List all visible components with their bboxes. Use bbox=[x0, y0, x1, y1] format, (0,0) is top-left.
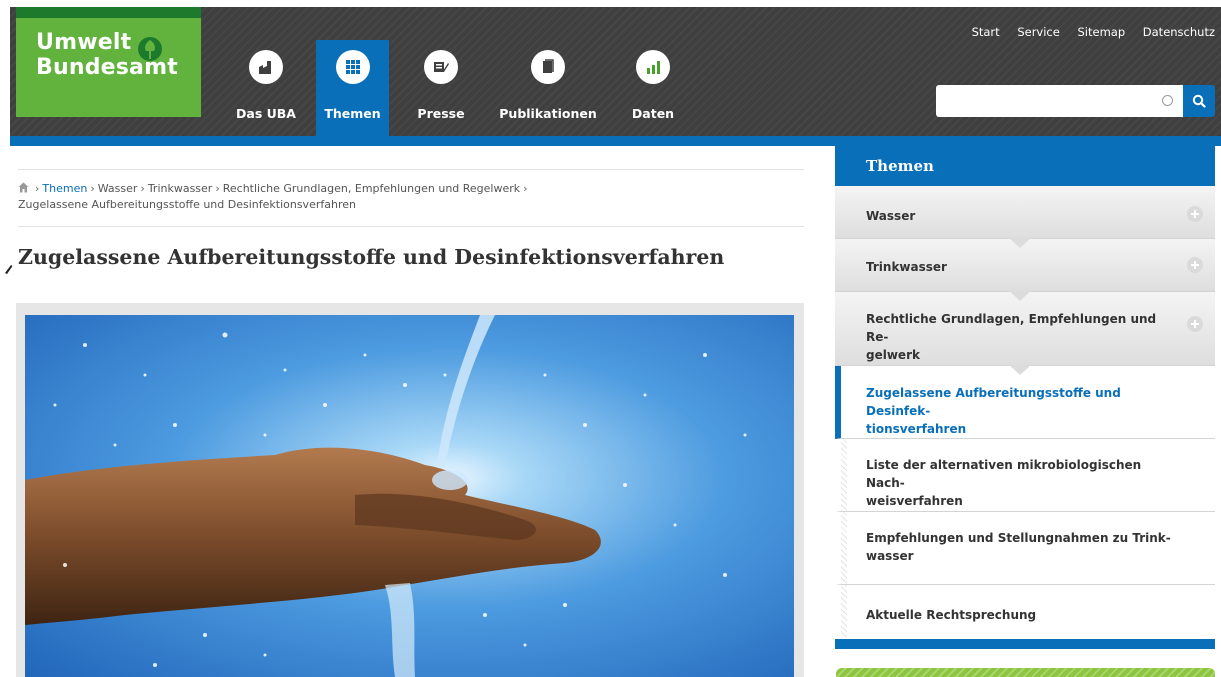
sidebar-item-label-line: Rechtliche Grundlagen, Empfehlungen und … bbox=[866, 312, 1157, 344]
sidebar-item-label-line: weisverfahren bbox=[866, 494, 963, 508]
sidebar-item-label-line: tionsverfahren bbox=[866, 422, 967, 436]
sidebar-item-aktuelle-rechtsprechung[interactable]: Aktuelle Rechtsprechung bbox=[835, 585, 1215, 638]
nav-item-das-uba[interactable]: Das UBA bbox=[224, 40, 308, 136]
tree-logo-icon bbox=[138, 37, 162, 61]
breadcrumb-link-wasser[interactable]: Wasser bbox=[98, 182, 138, 195]
grid-icon bbox=[335, 50, 370, 84]
breadcrumb-separator: › bbox=[35, 182, 40, 195]
nav-item-themen[interactable]: Themen bbox=[316, 40, 389, 136]
sidebar-item-label: Wasser bbox=[866, 209, 916, 223]
breadcrumb-separator: › bbox=[215, 182, 220, 195]
sidebar-nav: Themen Wasser Trinkwasser Rechtliche Gru… bbox=[835, 146, 1215, 638]
green-teaser-box bbox=[836, 668, 1215, 677]
expand-plus-icon[interactable] bbox=[1187, 206, 1203, 222]
home-icon[interactable] bbox=[18, 182, 29, 193]
breadcrumb-link-trinkwasser[interactable]: Trinkwasser bbox=[148, 182, 213, 195]
sidebar-notch bbox=[1009, 291, 1031, 301]
breadcrumb: › Themen › Wasser › Trinkwasser › Rechtliche Gr… bbox=[18, 181, 808, 213]
search-icon bbox=[1192, 94, 1206, 108]
sidebar-notch bbox=[1009, 238, 1031, 248]
sidebar-item-label-line: Zugelassene Aufbereitungsstoffe und Desi… bbox=[866, 386, 1121, 418]
logo-line-1: Umwelt bbox=[36, 30, 132, 55]
newspaper-pen-icon bbox=[424, 50, 458, 84]
search-input[interactable] bbox=[936, 85, 1183, 117]
search-clear-icon[interactable] bbox=[1162, 95, 1173, 106]
sidebar-title-text: Themen bbox=[866, 157, 934, 175]
top-link-service[interactable]: Service bbox=[1017, 25, 1060, 39]
header-accent-bar bbox=[10, 136, 1221, 146]
nav-label: Presse bbox=[417, 106, 465, 121]
breadcrumb-divider bbox=[18, 226, 804, 227]
search-button[interactable] bbox=[1183, 85, 1215, 117]
sidebar-item-liste-alternativer-nachweisverfahren[interactable]: Liste der alternativen mikrobiologischen… bbox=[835, 439, 1215, 512]
top-link-sitemap[interactable]: Sitemap bbox=[1077, 25, 1125, 39]
breadcrumb-divider bbox=[18, 169, 804, 170]
nav-label: Themen bbox=[324, 106, 381, 121]
nav-label: Daten bbox=[631, 106, 675, 121]
breadcrumb-current: Zugelassene Aufbereitungsstoffe und Desi… bbox=[18, 198, 356, 211]
sidebar-item-label-line: wasser bbox=[866, 549, 914, 563]
sidebar-item-label: Empfehlungen und Stellungnahmen zu Trink… bbox=[866, 529, 1175, 565]
sidebar-notch bbox=[1009, 365, 1031, 375]
nav-item-daten[interactable]: Daten bbox=[620, 40, 686, 136]
cursor-mark bbox=[5, 265, 13, 274]
site-logo[interactable]: Umwelt Bundesamt bbox=[16, 7, 201, 117]
sidebar-item-zugelassene-aufbereitungsstoffe[interactable]: Zugelassene Aufbereitungsstoffe und Desi… bbox=[835, 366, 1215, 439]
sidebar-item-label-line: gelwerk bbox=[866, 348, 920, 362]
book-icon bbox=[531, 50, 565, 84]
expand-plus-icon[interactable] bbox=[1187, 316, 1203, 332]
sidebar-item-rechtliche-grundlagen[interactable]: Rechtliche Grundlagen, Empfehlungen und … bbox=[835, 292, 1215, 375]
sidebar-item-wasser[interactable]: Wasser bbox=[835, 186, 1215, 248]
sidebar-item-label: Liste der alternativen mikrobiologischen… bbox=[866, 456, 1175, 510]
breadcrumb-link-rechtliche-grundlagen[interactable]: Rechtliche Grundlagen, Empfehlungen und … bbox=[223, 182, 520, 195]
nav-item-publikationen[interactable]: Publikationen bbox=[493, 40, 603, 136]
sidebar-item-empfehlungen-trinkwasser[interactable]: Empfehlungen und Stellungnahmen zu Trink… bbox=[835, 512, 1215, 585]
hero-image-water-hand bbox=[25, 315, 794, 677]
sidebar-item-label: Aktuelle Rechtsprechung bbox=[866, 608, 1037, 622]
bar-chart-icon bbox=[636, 50, 670, 84]
page-title: Zugelassene Aufbereitungsstoffe und Desi… bbox=[18, 245, 725, 269]
expand-plus-icon[interactable] bbox=[1187, 257, 1203, 273]
nav-label: Das UBA bbox=[236, 106, 296, 121]
sidebar-item-label-line: Liste der alternativen mikrobiologischen… bbox=[866, 458, 1142, 490]
sidebar-title: Themen bbox=[835, 146, 1215, 196]
breadcrumb-separator: › bbox=[523, 182, 528, 195]
breadcrumb-separator: › bbox=[140, 182, 145, 195]
sidebar-item-label-line: Empfehlungen und Stellungnahmen zu Trink… bbox=[866, 531, 1171, 545]
factory-icon bbox=[249, 50, 283, 84]
sidebar-item-label: Zugelassene Aufbereitungsstoffe und Desi… bbox=[866, 384, 1175, 438]
top-links: Start Service Sitemap Datenschutz bbox=[958, 25, 1215, 39]
nav-item-presse[interactable]: Presse bbox=[405, 40, 477, 136]
breadcrumb-link-themen[interactable]: Themen bbox=[42, 182, 87, 195]
top-link-datenschutz[interactable]: Datenschutz bbox=[1143, 25, 1215, 39]
sidebar-item-label: Trinkwasser bbox=[866, 260, 947, 274]
top-link-start[interactable]: Start bbox=[972, 25, 1000, 39]
breadcrumb-separator: › bbox=[90, 182, 95, 195]
sidebar-bottom-bar bbox=[835, 639, 1215, 649]
nav-label: Publikationen bbox=[499, 106, 597, 121]
sidebar-item-label: Rechtliche Grundlagen, Empfehlungen und … bbox=[866, 310, 1175, 364]
